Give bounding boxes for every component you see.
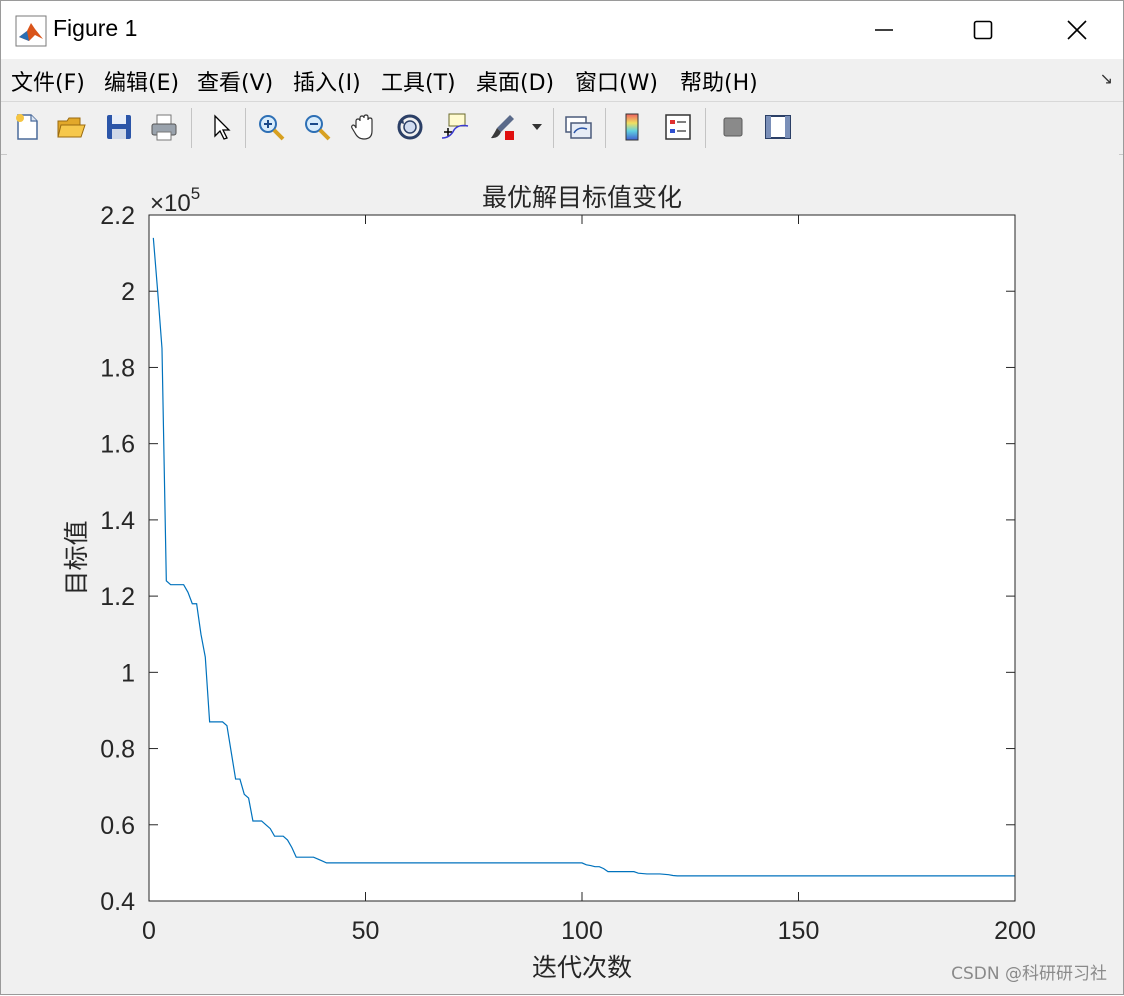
y-tick-label: 1.2 xyxy=(100,583,135,611)
save-icon xyxy=(107,115,131,139)
colorbar-button[interactable] xyxy=(614,108,650,146)
toolbar-separator xyxy=(553,108,554,148)
pointer-icon xyxy=(214,114,231,140)
zoom-in-icon xyxy=(259,115,285,141)
x-tick-label: 50 xyxy=(352,917,380,945)
y-tick-label: 0.6 xyxy=(100,812,135,840)
menu-file[interactable]: 文件(F) xyxy=(11,65,85,97)
link-plot-button[interactable] xyxy=(560,108,596,146)
x-axis-label: 迭代次数 xyxy=(532,953,632,982)
brush-icon xyxy=(491,115,514,140)
x-tick-label: 0 xyxy=(142,917,156,945)
window-title: Figure 1 xyxy=(53,15,138,41)
dock-arrow-icon[interactable]: ↘ xyxy=(1100,69,1113,88)
y-tick-label: 2.2 xyxy=(100,202,135,230)
colorbar-icon xyxy=(625,113,639,141)
legend-button[interactable] xyxy=(660,108,696,146)
menu-insert[interactable]: 插入(I) xyxy=(293,65,361,97)
hide-plot-tools-icon xyxy=(723,117,743,137)
y-tick-label: 1.8 xyxy=(100,354,135,382)
y-tick-label: 1.6 xyxy=(100,431,135,459)
data-cursor-button[interactable] xyxy=(437,108,473,146)
figure-window: Figure 1 文件(F) 编辑(E) 查看(V) 插入(I) 工具(T) 桌… xyxy=(0,0,1124,995)
pan-button[interactable] xyxy=(346,108,382,146)
show-plot-tools-button[interactable] xyxy=(760,108,796,146)
show-plot-tools-icon xyxy=(765,115,791,139)
exponent-base: ×10 xyxy=(150,190,191,217)
figure-canvas[interactable]: 0 50 100 150 200 0.4 0.6 0.8 1 1.2 1.4 1.6 1.8 2 2.2 … xyxy=(7,154,1119,992)
menu-desktop[interactable]: 桌面(D) xyxy=(476,65,554,97)
menu-view[interactable]: 查看(V) xyxy=(197,65,273,97)
x-tick-label: 150 xyxy=(778,917,820,945)
legend-icon xyxy=(665,114,691,140)
minimize-icon xyxy=(875,29,893,31)
save-button[interactable] xyxy=(101,108,137,146)
new-figure-icon xyxy=(16,114,38,140)
open-file-button[interactable] xyxy=(53,108,89,146)
zoom-out-icon xyxy=(305,115,331,141)
x-tick-labels: 0 50 100 150 200 xyxy=(142,917,1036,945)
x-tick-label: 200 xyxy=(994,917,1036,945)
minimize-button[interactable] xyxy=(838,1,930,59)
y-tick-label: 0.8 xyxy=(100,736,135,764)
brush-button[interactable] xyxy=(485,108,521,146)
hide-plot-tools-button[interactable] xyxy=(715,108,751,146)
pointer-button[interactable] xyxy=(203,108,239,146)
menu-edit[interactable]: 编辑(E) xyxy=(104,65,179,97)
y-tick-label: 0.4 xyxy=(100,888,135,916)
y-tick-label: 1 xyxy=(121,659,135,687)
print-icon xyxy=(151,114,177,141)
menu-help[interactable]: 帮助(H) xyxy=(680,65,758,97)
exponent-label: ×105 xyxy=(150,184,200,217)
watermark: CSDN @科研研习社 xyxy=(951,964,1107,984)
menu-bar: 文件(F) 编辑(E) 查看(V) 插入(I) 工具(T) 桌面(D) 窗口(W… xyxy=(1,59,1123,101)
zoom-in-button[interactable] xyxy=(253,108,289,146)
data-cursor-icon xyxy=(441,113,469,139)
toolbar-separator xyxy=(191,108,192,148)
matlab-logo-icon xyxy=(15,15,47,47)
chevron-down-icon xyxy=(532,124,542,130)
rotate-3d-icon xyxy=(397,114,423,140)
y-tick-label: 2 xyxy=(121,278,135,306)
close-button[interactable] xyxy=(1031,1,1123,59)
maximize-icon xyxy=(973,20,993,40)
y-tick-label: 1.4 xyxy=(100,507,135,535)
menu-window[interactable]: 窗口(W) xyxy=(575,65,658,97)
zoom-out-button[interactable] xyxy=(299,108,335,146)
y-tick-labels: 0.4 0.6 0.8 1 1.2 1.4 1.6 1.8 2 2.2 xyxy=(100,202,135,916)
rotate-button[interactable] xyxy=(392,108,428,146)
new-figure-button[interactable] xyxy=(9,108,45,146)
maximize-button[interactable] xyxy=(937,1,1029,59)
print-button[interactable] xyxy=(146,108,182,146)
figure-toolbar xyxy=(1,101,1123,155)
link-plot-icon xyxy=(565,116,592,139)
axes-background xyxy=(149,215,1015,901)
y-axis-label: 目标值 xyxy=(62,520,91,595)
close-icon xyxy=(1067,20,1087,40)
chart-title: 最优解目标值变化 xyxy=(482,183,682,212)
exponent-power: 5 xyxy=(191,184,200,203)
toolbar-separator xyxy=(705,108,706,148)
brush-dropdown-button[interactable] xyxy=(527,108,547,146)
toolbar-separator xyxy=(245,108,246,148)
line-chart[interactable]: 0 50 100 150 200 0.40.60.811.21.41.61.822.2 … xyxy=(7,154,1119,992)
title-bar[interactable]: Figure 1 xyxy=(1,1,1123,59)
menu-tools[interactable]: 工具(T) xyxy=(381,65,456,97)
pan-hand-icon xyxy=(351,114,373,140)
toolbar-separator xyxy=(605,108,606,148)
open-file-icon xyxy=(57,117,86,138)
x-tick-label: 100 xyxy=(561,917,603,945)
